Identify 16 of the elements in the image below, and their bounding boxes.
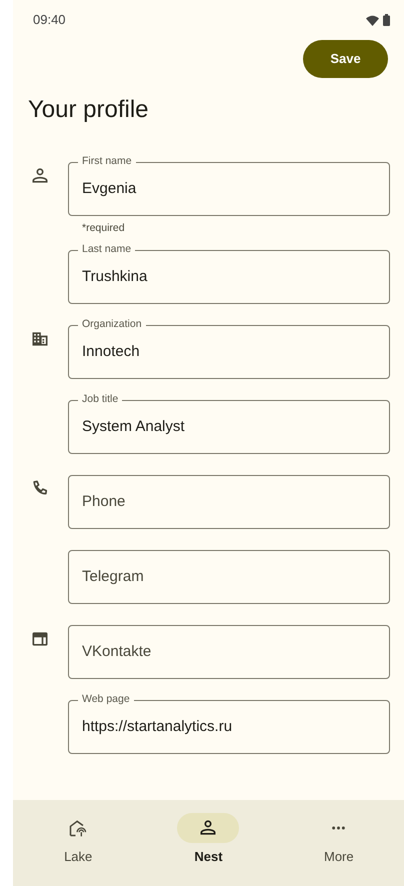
page-title: Your profile	[28, 96, 150, 125]
text-field[interactable]: Telegram	[68, 550, 390, 604]
status-time: 09:40	[33, 11, 66, 30]
battery-icon	[383, 14, 390, 26]
save-button[interactable]: Save	[303, 40, 388, 78]
text-field[interactable]: VKontakte	[68, 624, 390, 679]
field-label: Organization	[78, 316, 146, 331]
nav-tab[interactable]: Lake	[13, 800, 144, 886]
field-label: Web page	[78, 692, 134, 706]
text-field[interactable]: Phone	[68, 474, 390, 529]
home-signal-icon	[68, 818, 88, 838]
helper-text: *required	[82, 222, 125, 234]
nav-tab[interactable]: More	[274, 800, 404, 886]
more-icon	[332, 826, 346, 830]
nav-tab[interactable]: Nest	[143, 800, 274, 886]
wifi-icon	[366, 14, 379, 26]
